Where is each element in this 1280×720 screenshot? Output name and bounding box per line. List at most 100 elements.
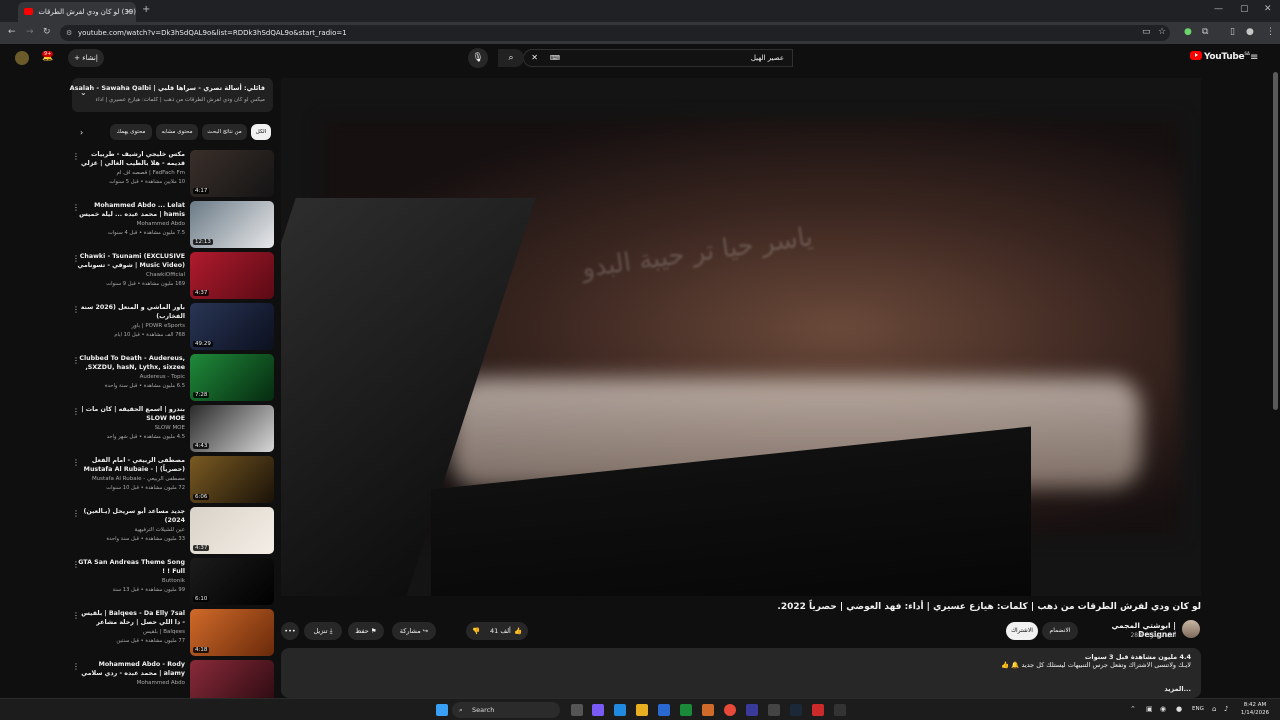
dislike-icon[interactable]: 👎 <box>472 622 480 640</box>
taskbar-search[interactable]: ⌕ Search <box>452 702 560 718</box>
tray-icon-3[interactable]: ● <box>1176 705 1182 713</box>
app2-icon[interactable] <box>746 704 758 716</box>
like-icon[interactable]: 👍 <box>514 622 522 640</box>
forward-icon[interactable]: → <box>26 27 34 37</box>
profile-avatar-icon[interactable]: ● <box>1246 27 1254 37</box>
store-icon[interactable] <box>658 704 670 716</box>
taskbar-clock[interactable]: 8:42 AM 1/14/2026 <box>1236 701 1274 717</box>
edge-icon[interactable] <box>614 704 626 716</box>
item-channel[interactable]: عين للشيلات الترفيهية <box>77 527 185 533</box>
video-thumbnail[interactable]: 4:43 <box>190 405 274 452</box>
sidepanel-icon[interactable]: ▯ <box>1230 27 1235 37</box>
extensions-puzzle-icon[interactable]: ⧉ <box>1202 27 1208 37</box>
volume-icon[interactable]: ♪ <box>1224 705 1228 713</box>
guide-menu-icon[interactable]: ≡ <box>1250 52 1258 63</box>
video-thumbnail[interactable]: 4:18 <box>190 609 274 656</box>
item-title[interactable]: باور الماشي و المنعل (2026 سنة الفخارب) <box>77 303 185 321</box>
site-info-icon[interactable]: ⚙ <box>66 25 72 41</box>
item-menu-icon[interactable]: ⋮ <box>72 254 80 263</box>
item-menu-icon[interactable]: ⋮ <box>72 611 80 620</box>
excel-icon[interactable] <box>680 704 692 716</box>
chevron-down-icon[interactable]: ⌄ <box>80 88 87 97</box>
up-next-item[interactable]: 6:10 GTA San Andreas Theme Song Full ! ! B… <box>70 558 274 606</box>
minimize-button[interactable]: — <box>1214 4 1223 14</box>
item-title[interactable]: جديد مساعد أبو سريحل (يـالعين) 2024) <box>77 507 185 525</box>
up-next-item[interactable]: 4:37 Chawki - Tsunami (EXCLUSIVE Music Vi… <box>70 252 274 300</box>
steam-icon[interactable] <box>790 704 802 716</box>
app4-icon[interactable] <box>812 704 824 716</box>
browser-menu-icon[interactable]: ⋮ <box>1266 27 1275 37</box>
video-thumbnail[interactable]: 7:28 <box>190 354 274 401</box>
search-input[interactable]: عصير الهيل ⌨ ✕ <box>523 49 793 67</box>
tab-close-icon[interactable]: × <box>125 2 132 22</box>
item-title[interactable]: مصطفى الربيعي - امام الفعل (حصرياً) | Mu… <box>77 456 185 474</box>
search-button[interactable]: ⌕ <box>498 49 524 67</box>
item-title[interactable]: Clubbed To Death - Audereus, SXZDU, hasN… <box>77 354 185 372</box>
tray-icon-2[interactable]: ◉ <box>1160 705 1166 713</box>
item-channel[interactable]: Buttonik <box>77 578 185 584</box>
item-title[interactable]: GTA San Andreas Theme Song Full ! ! <box>77 558 185 576</box>
item-title[interactable]: مكس خليجي ارشيف - طربيات قديمه - هلا بال… <box>77 150 185 168</box>
up-next-item[interactable]: 49:29 باور الماشي و المنعل (2026 سنة الفخ… <box>70 303 274 351</box>
item-title[interactable]: Balqees - Da Elly 7sal | بلقيس - دا اللي… <box>77 609 185 627</box>
up-next-item[interactable]: 12:13 Mohammed Abdo ... Lelat hamis | محم… <box>70 201 274 249</box>
tray-overflow-icon[interactable]: ⌃ <box>1130 705 1136 713</box>
video-thumbnail[interactable]: 49:29 <box>190 303 274 350</box>
bookmark-star-icon[interactable]: ☆ <box>1158 27 1166 37</box>
video-thumbnail[interactable]: 4:17 <box>190 150 274 197</box>
save-button[interactable]: حفظ ⚑ <box>348 622 384 640</box>
subscribe-button[interactable]: الاشتراك <box>1006 622 1038 640</box>
video-thumbnail[interactable]: 6:10 <box>190 558 274 605</box>
back-icon[interactable]: ← <box>8 27 16 37</box>
input-language[interactable]: ENG <box>1192 706 1204 712</box>
create-button[interactable]: + إنشاء <box>68 49 104 67</box>
copilot-icon[interactable] <box>592 704 604 716</box>
item-title[interactable]: Mohammed Abdo ... Lelat hamis | محمد عبد… <box>77 201 185 219</box>
item-channel[interactable]: Audereus - Topic <box>77 374 185 380</box>
video-thumbnail[interactable]: 4:37 <box>190 252 274 299</box>
task-view-icon[interactable] <box>571 704 583 716</box>
page-scrollbar[interactable] <box>1273 72 1278 410</box>
extension-icon[interactable]: ● <box>1184 27 1192 37</box>
account-avatar[interactable] <box>15 51 29 65</box>
up-next-item[interactable]: 4:18 Balqees - Da Elly 7sal | بلقيس - دا … <box>70 609 274 657</box>
item-channel[interactable]: Mohammed Abdo <box>77 221 185 227</box>
item-menu-icon[interactable]: ⋮ <box>72 407 80 416</box>
video-description[interactable]: 4.4 مليون مشاهدة قبل 3 سنوات لايـك ولاتن… <box>281 648 1201 698</box>
item-channel[interactable]: FadFach Fm | قصصه اف ام <box>77 170 185 176</box>
network-icon[interactable]: ⌂ <box>1212 705 1216 713</box>
item-menu-icon[interactable]: ⋮ <box>72 356 80 365</box>
chips-scroll-left-icon[interactable]: › <box>80 128 83 137</box>
now-playing-panel[interactable]: قائلي: أسالة تصري - سراها قلبي | Asalah … <box>70 78 273 112</box>
clear-search-icon[interactable]: ✕ <box>531 50 538 66</box>
join-button[interactable]: الانضمام <box>1042 622 1078 640</box>
voice-search-button[interactable]: 🎙 <box>468 48 488 68</box>
item-channel[interactable]: Balqees | بلقيس <box>77 629 185 635</box>
item-menu-icon[interactable]: ⋮ <box>72 305 80 314</box>
item-channel[interactable]: POWR eSports | باور <box>77 323 185 329</box>
download-button[interactable]: تنزيل ⤓ <box>304 622 342 640</box>
cast-icon[interactable]: ▭ <box>1142 27 1151 37</box>
app-icon[interactable] <box>702 704 714 716</box>
item-menu-icon[interactable]: ⋮ <box>72 509 80 518</box>
up-next-item[interactable]: 4:43 بندرو | اسمع الحقيقه | كان مات | SLO… <box>70 405 274 453</box>
keyboard-icon[interactable]: ⌨ <box>550 50 560 66</box>
window-close-button[interactable]: ✕ <box>1264 4 1272 14</box>
item-menu-icon[interactable]: ⋮ <box>72 560 80 569</box>
item-title[interactable]: Mohammed Abdo - Rody alamy | محمد عبده -… <box>77 660 185 678</box>
item-channel[interactable]: مصطفى الربيعي - Mustafa Al Rubaie <box>77 476 185 482</box>
up-next-item[interactable]: 4:37 جديد مساعد أبو سريحل (يـالعين) 2024)… <box>70 507 274 555</box>
item-channel[interactable]: ChawkiOfficial <box>77 272 185 278</box>
chip-all[interactable]: الكل <box>251 124 271 140</box>
video-player[interactable]: ياسر حيا تر حيبة البدو <box>281 78 1201 596</box>
app3-icon[interactable] <box>768 704 780 716</box>
start-windows-icon[interactable] <box>436 704 448 716</box>
file-explorer-icon[interactable] <box>636 704 648 716</box>
video-thumbnail[interactable]: 12:13 <box>190 201 274 248</box>
item-title[interactable]: بندرو | اسمع الحقيقه | كان مات | SLOW MO… <box>77 405 185 423</box>
chip-recommended[interactable]: محتوى يهمك <box>110 124 152 140</box>
youtube-logo[interactable]: YouTubeSA <box>1190 51 1250 62</box>
app5-icon[interactable] <box>834 704 846 716</box>
video-thumbnail[interactable]: 6:06 <box>190 456 274 503</box>
browser-tab[interactable]: (39) لو كان ودي لفرش الطرقات × <box>18 2 136 22</box>
